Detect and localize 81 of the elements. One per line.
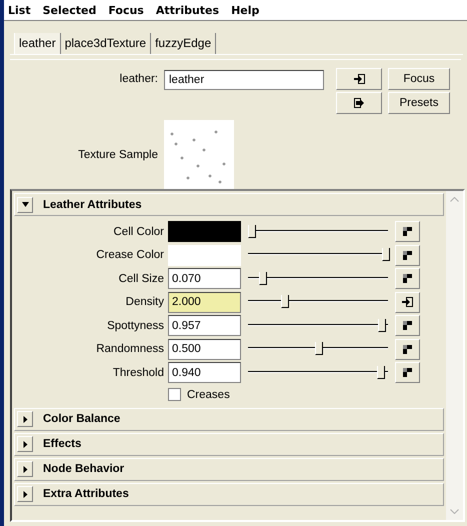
- section-header[interactable]: Extra Attributes: [14, 482, 444, 506]
- expand-toggle[interactable]: [17, 196, 33, 212]
- slider-thumb[interactable]: [259, 272, 267, 285]
- output-button[interactable]: [336, 92, 382, 114]
- presets-button[interactable]: Presets: [388, 92, 450, 114]
- expand-toggle[interactable]: [17, 436, 33, 452]
- checker-icon: [403, 250, 412, 260]
- map-button[interactable]: [395, 244, 420, 266]
- slider[interactable]: [248, 248, 388, 262]
- section-header[interactable]: Node Behavior: [14, 458, 444, 480]
- output-icon: [354, 98, 364, 108]
- input-button[interactable]: [336, 68, 382, 90]
- focus-button[interactable]: Focus: [388, 68, 450, 90]
- checker-icon: [403, 227, 412, 236]
- section-header[interactable]: Effects: [14, 432, 444, 456]
- value-field[interactable]: 0.940: [168, 362, 241, 384]
- section-title: Extra Attributes: [43, 488, 129, 500]
- map-button[interactable]: [395, 221, 420, 242]
- attribute-label: Cell Color: [112, 226, 165, 238]
- slider-thumb[interactable]: [376, 366, 385, 379]
- tab[interactable]: fuzzyEdge: [151, 33, 216, 54]
- field-label: leather:: [118, 73, 159, 85]
- menu-item[interactable]: Attributes: [156, 4, 220, 16]
- expand-toggle[interactable]: [17, 411, 33, 427]
- attribute-label: Crease Color: [95, 249, 165, 262]
- color-swatch[interactable]: [168, 221, 241, 242]
- slider-thumb[interactable]: [281, 295, 290, 308]
- node-name-field[interactable]: leather: [164, 70, 324, 90]
- attribute-label: Density: [124, 296, 165, 308]
- slider[interactable]: [248, 366, 388, 380]
- expand-toggle[interactable]: [17, 461, 33, 477]
- slider-thumb[interactable]: [315, 342, 323, 356]
- map-button[interactable]: [395, 268, 420, 290]
- input-icon: [402, 297, 413, 308]
- menu-item[interactable]: List: [8, 4, 31, 16]
- slider-thumb[interactable]: [378, 318, 386, 332]
- slider[interactable]: [248, 318, 388, 333]
- map-button[interactable]: [395, 338, 420, 360]
- slider[interactable]: [248, 224, 388, 239]
- sample-label: Texture Sample: [77, 149, 159, 161]
- caret-right-icon: [22, 466, 28, 472]
- slider-thumb[interactable]: [248, 224, 256, 238]
- section-title: Color Balance: [43, 413, 120, 425]
- menu-item[interactable]: Help: [231, 4, 260, 16]
- checker-icon: [403, 344, 412, 354]
- checker-icon: [403, 274, 412, 284]
- value-field[interactable]: 0.500: [168, 338, 241, 360]
- checkbox-label: Creases: [187, 388, 230, 400]
- slider-thumb[interactable]: [382, 248, 390, 262]
- slider[interactable]: [248, 342, 388, 356]
- checkbox[interactable]: [168, 388, 181, 401]
- map-button[interactable]: [395, 362, 420, 384]
- menu-item[interactable]: Focus: [108, 4, 144, 16]
- caret-right-icon: [22, 416, 28, 422]
- value-field[interactable]: 2.000: [168, 292, 241, 313]
- map-button[interactable]: [395, 315, 420, 336]
- attribute-label: Randomness: [95, 343, 165, 356]
- value-field[interactable]: 0.957: [168, 315, 241, 336]
- menu-item[interactable]: Selected: [42, 4, 96, 16]
- section-header[interactable]: Leather Attributes: [14, 193, 444, 216]
- tab[interactable]: leather: [14, 33, 61, 54]
- attribute-label: Spottyness: [106, 320, 165, 332]
- section-title: Effects: [43, 438, 82, 450]
- caret-right-icon: [22, 490, 28, 498]
- caret-down-icon: [22, 201, 28, 208]
- tab[interactable]: place3dTexture: [60, 33, 152, 54]
- slider[interactable]: [248, 272, 388, 286]
- value-field[interactable]: 0.070: [168, 268, 241, 290]
- attribute-label: Cell Size: [118, 272, 165, 285]
- checker-icon: [403, 321, 412, 330]
- input-icon: [354, 74, 364, 84]
- checker-icon: [403, 368, 412, 378]
- caret-right-icon: [22, 440, 28, 448]
- expand-toggle[interactable]: [17, 486, 33, 502]
- color-swatch[interactable]: [168, 244, 241, 266]
- section-header[interactable]: Color Balance: [14, 408, 444, 430]
- section-title: Leather Attributes: [43, 198, 142, 210]
- slider[interactable]: [248, 295, 388, 310]
- section-title: Node Behavior: [43, 463, 124, 475]
- connection-button[interactable]: [395, 292, 420, 313]
- attribute-label: Threshold: [112, 366, 165, 379]
